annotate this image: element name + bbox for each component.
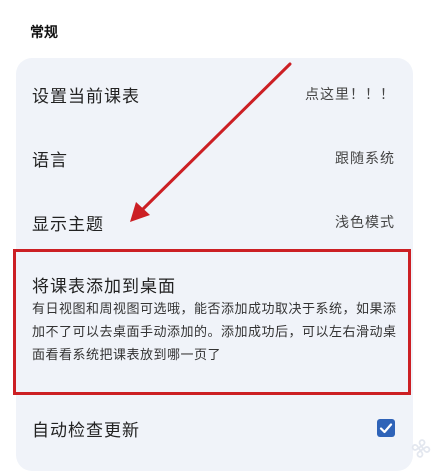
auto-update-checkbox[interactable]: [377, 419, 395, 437]
setting-label: 显示主题: [32, 214, 104, 235]
setting-value: 浅色模式: [335, 215, 395, 231]
setting-add-widget-description: 有日视图和周视图可选哦，能否添加成功取决于系统，如果添加不了可以去桌面手动添加的…: [32, 302, 397, 363]
setting-value: 点这里！！！: [305, 87, 395, 103]
setting-label: 设置当前课表: [32, 86, 140, 107]
setting-add-widget[interactable]: 将课表添加到桌面: [32, 272, 176, 297]
checkmark-icon: [379, 423, 393, 434]
settings-page: 常规 设置当前课表 点这里！！！ 语言 跟随系统 显示主题 浅色模式 将课表添加…: [0, 0, 437, 471]
section-title: 常规: [30, 25, 58, 41]
setting-label: 语言: [32, 150, 68, 171]
setting-auto-update[interactable]: 自动检查更新: [32, 415, 395, 441]
setting-current-timetable[interactable]: 设置当前课表 点这里！！！: [32, 82, 395, 107]
setting-value: 跟随系统: [335, 151, 395, 167]
setting-theme[interactable]: 显示主题 浅色模式: [32, 210, 395, 235]
setting-label: 自动检查更新: [32, 420, 140, 441]
setting-language[interactable]: 语言 跟随系统: [32, 146, 395, 171]
